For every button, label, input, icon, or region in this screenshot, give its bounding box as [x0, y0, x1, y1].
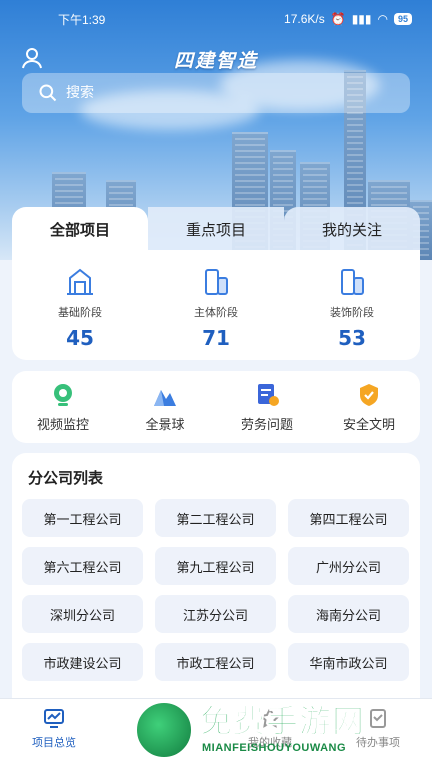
quick-actions: 视频监控 全景球 劳务问题 安全文明 [12, 371, 420, 443]
project-tabs: 全部项目 重点项目 我的关注 [12, 207, 420, 251]
action-safety-civilization[interactable]: 安全文明 [318, 371, 420, 443]
nav-todo[interactable]: 待办事项 [324, 699, 432, 768]
branch-grid: 第一工程公司 第二工程公司 第四工程公司 第六工程公司 第九工程公司 广州分公司… [12, 499, 420, 681]
nav-label: 待办事项 [356, 736, 400, 749]
branch-item[interactable]: 海南分公司 [288, 595, 409, 633]
decoration-icon [341, 269, 364, 295]
branch-item[interactable]: 第四工程公司 [288, 499, 409, 537]
camera-icon [54, 383, 72, 406]
branch-item[interactable]: 第二工程公司 [155, 499, 276, 537]
network-speed: 17.6K/s [284, 12, 325, 26]
tab-my-follow[interactable]: 我的关注 [284, 207, 420, 251]
branch-list-title: 分公司列表 [28, 469, 104, 487]
search-icon [39, 84, 57, 102]
action-label: 劳务问题 [240, 417, 293, 433]
wifi-icon: ◠ [377, 12, 388, 26]
stage-count: 45 [66, 326, 94, 350]
bottom-nav: 项目总览 项目列表 我的收藏 待办事项 [0, 698, 432, 768]
stage-main-structure[interactable]: 主体阶段 71 [148, 250, 284, 360]
branch-item[interactable]: 第九工程公司 [155, 547, 276, 585]
stage-label: 主体阶段 [194, 306, 238, 319]
stage-decoration[interactable]: 装饰阶段 53 [284, 250, 420, 360]
nav-label: 项目总览 [32, 736, 76, 749]
building-icon [205, 269, 228, 295]
search-input[interactable] [66, 85, 366, 101]
panorama-icon [154, 389, 176, 406]
signal-icon: ▮▮▮ [351, 12, 372, 26]
stage-summary: 基础阶段 45 主体阶段 71 装饰阶段 53 [12, 250, 420, 360]
action-label: 全景球 [145, 417, 185, 433]
branch-item[interactable]: 第一工程公司 [22, 499, 143, 537]
action-label: 安全文明 [342, 417, 395, 433]
labor-icon [258, 383, 279, 406]
stage-foundation[interactable]: 基础阶段 45 [12, 250, 148, 360]
stage-label: 装饰阶段 [330, 306, 374, 319]
nav-my-favorites[interactable]: 我的收藏 [216, 699, 324, 768]
branch-list: 分公司列表 第一工程公司 第二工程公司 第四工程公司 第六工程公司 第九工程公司… [12, 453, 420, 713]
branch-item[interactable]: 市政工程公司 [155, 643, 276, 681]
todo-icon [370, 709, 386, 728]
stage-count: 71 [202, 326, 230, 350]
action-video-monitor[interactable]: 视频监控 [12, 371, 114, 443]
tab-all-projects[interactable]: 全部项目 [12, 207, 148, 251]
nav-label: 我的收藏 [248, 736, 292, 749]
app-title: 四建智造 [173, 50, 258, 72]
status-time: 下午1:39 [58, 12, 106, 27]
branch-item[interactable]: 江苏分公司 [155, 595, 276, 633]
top-bar: 四建智造 [0, 42, 432, 74]
list-icon [155, 711, 169, 725]
action-labor-issues[interactable]: 劳务问题 [216, 371, 318, 443]
shield-icon [360, 383, 378, 406]
status-bar: 下午1:39 17.6K/s ⏰ ▮▮▮ ◠ 95 [0, 0, 432, 38]
nav-project-list[interactable]: 项目列表 [108, 699, 216, 768]
branch-item[interactable]: 深圳分公司 [22, 595, 143, 633]
branch-item[interactable]: 第六工程公司 [22, 547, 143, 585]
action-label: 视频监控 [36, 417, 89, 433]
stage-label: 基础阶段 [58, 306, 102, 319]
search-bar[interactable] [22, 73, 410, 113]
star-icon [259, 707, 281, 728]
action-panorama[interactable]: 全景球 [114, 371, 216, 443]
tab-key-projects[interactable]: 重点项目 [148, 207, 284, 251]
nav-project-overview[interactable]: 项目总览 [0, 699, 108, 768]
branch-item[interactable]: 华南市政公司 [288, 643, 409, 681]
battery-icon: 95 [393, 13, 412, 25]
branch-item[interactable]: 广州分公司 [288, 547, 409, 585]
chart-monitor-icon [44, 709, 64, 728]
foundation-icon [67, 268, 93, 295]
nav-label: 项目列表 [140, 736, 184, 749]
branch-item[interactable]: 市政建设公司 [22, 643, 143, 681]
stage-count: 53 [338, 326, 366, 350]
alarm-icon: ⏰ [330, 12, 346, 26]
